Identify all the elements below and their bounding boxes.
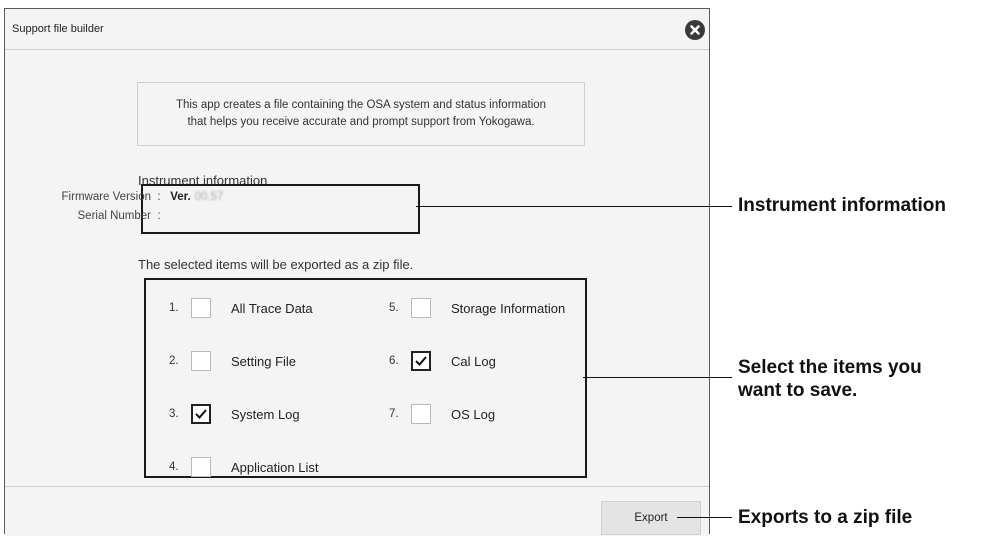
checkbox[interactable]	[411, 404, 431, 424]
callout-select-items-line-2: want to save.	[738, 380, 858, 401]
checkbox-checked[interactable]	[411, 351, 431, 371]
export-note: The selected items will be exported as a…	[138, 257, 414, 272]
firmware-version-row: Firmware Version: Ver. 00.57	[47, 191, 224, 203]
window-title: Support file builder	[12, 23, 104, 35]
support-file-builder-dialog: Support file builder This app creates a …	[4, 8, 710, 536]
item-application-list[interactable]: 4. Application List	[169, 455, 318, 479]
item-all-trace-data[interactable]: 1. All Trace Data	[169, 296, 313, 320]
checkbox-checked[interactable]	[191, 404, 211, 424]
item-number: 1.	[169, 302, 179, 314]
callout-line-export	[677, 517, 732, 518]
firmware-version-number: 00.57	[194, 191, 224, 203]
item-number: 6.	[389, 355, 399, 367]
item-label: All Trace Data	[231, 300, 313, 316]
firmware-colon: :	[157, 191, 161, 203]
export-items-box: 1. All Trace Data 2. Setting File 3. Sys…	[144, 278, 587, 478]
checkbox[interactable]	[191, 351, 211, 371]
item-label: Storage Information	[451, 300, 566, 316]
item-cal-log[interactable]: 6. Cal Log	[389, 349, 496, 373]
item-system-log[interactable]: 3. System Log	[169, 402, 300, 426]
item-label: Setting File	[231, 353, 297, 369]
item-number: 5.	[389, 302, 399, 314]
instrument-info-box: Firmware Version: Ver. 00.57 Serial Numbe…	[62, 184, 420, 234]
export-button[interactable]: Export	[601, 501, 701, 535]
dialog-footer: Export	[5, 486, 709, 536]
callout-select-items-line-1: Select the items you	[738, 357, 922, 378]
callout-select-items: Select the items you want to save.	[738, 356, 922, 402]
firmware-version-value: Ver.	[170, 191, 191, 203]
item-label: System Log	[231, 406, 300, 422]
item-label: OS Log	[451, 406, 496, 422]
item-label: Application List	[231, 459, 319, 475]
intro-line-1: This app creates a file containing the O…	[175, 99, 547, 111]
serial-colon: :	[157, 210, 161, 222]
intro-description: This app creates a file containing the O…	[137, 82, 585, 146]
firmware-version-label: Firmware Version	[61, 191, 151, 203]
serial-number-row: Serial Number:	[47, 210, 167, 222]
title-bar: Support file builder	[5, 9, 709, 50]
item-number: 7.	[389, 408, 399, 420]
item-number: 3.	[169, 408, 179, 420]
checkmark-icon	[415, 356, 427, 366]
intro-line-2: that helps you receive accurate and prom…	[187, 116, 535, 128]
item-setting-file[interactable]: 2. Setting File	[169, 349, 296, 373]
item-os-log[interactable]: 7. OS Log	[389, 402, 495, 426]
checkmark-icon	[195, 409, 207, 419]
serial-number-label: Serial Number	[77, 210, 152, 222]
callout-line-select-items	[583, 377, 732, 378]
checkbox[interactable]	[411, 298, 431, 318]
callout-instrument-info: Instrument information	[738, 195, 946, 216]
checkbox[interactable]	[191, 457, 211, 477]
checkbox[interactable]	[191, 298, 211, 318]
callout-export: Exports to a zip file	[738, 507, 913, 528]
item-number: 2.	[169, 355, 179, 367]
item-label: Cal Log	[451, 353, 496, 369]
item-storage-information[interactable]: 5. Storage Information	[389, 296, 565, 320]
callout-line-instrument-info	[416, 206, 732, 207]
item-number: 4.	[169, 461, 179, 473]
close-icon[interactable]	[685, 20, 705, 40]
